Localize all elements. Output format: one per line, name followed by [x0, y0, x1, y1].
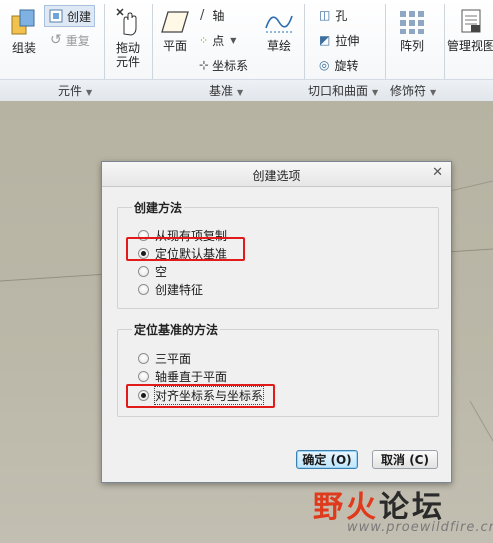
close-icon[interactable]: ✕	[432, 165, 443, 180]
ok-button[interactable]: 确定 (O)	[296, 450, 358, 469]
create-options-dialog: 创建选项 ✕ 创建方法 从现有项复制 定位默认基准 空 创建特征 定位基准的方法…	[101, 161, 452, 483]
highlight-box	[126, 384, 275, 408]
radio-button[interactable]	[138, 284, 149, 295]
plane-icon	[161, 11, 189, 33]
radio-three-planes[interactable]: 三平面	[138, 350, 191, 367]
watermark-url: www.proewildfire.cn	[347, 520, 493, 535]
create-icon	[49, 9, 63, 23]
group-label-component[interactable]: 元件 ▼	[58, 82, 92, 99]
manage-view-button[interactable]: 管理视图	[446, 8, 493, 53]
assemble-icon	[11, 9, 35, 35]
assemble-button[interactable]: 组装	[6, 6, 42, 55]
group-label-cut-surface[interactable]: 切口和曲面 ▼	[308, 82, 378, 99]
dialog-titlebar: 创建选项 ✕	[102, 162, 451, 187]
redo-button[interactable]: ↺ 重复	[50, 31, 90, 49]
redo-icon: ↺	[50, 32, 62, 48]
pattern-icon	[400, 11, 424, 34]
chevron-down-icon: ▼	[372, 88, 379, 97]
sketch-icon	[265, 15, 293, 33]
datum-method-legend: 定位基准的方法	[132, 321, 221, 338]
group-label-modifier[interactable]: 修饰符 ▼	[390, 82, 436, 99]
revolve-icon: ◎	[319, 58, 330, 72]
extrude-button[interactable]: ◩ 拉伸	[319, 31, 359, 49]
radio-button[interactable]	[138, 266, 149, 277]
manage-view-icon	[461, 9, 481, 33]
group-label-datum[interactable]: 基准 ▼	[209, 82, 243, 99]
axis-button[interactable]: / 轴	[200, 6, 224, 24]
radio-button[interactable]	[138, 371, 149, 382]
highlight-box	[126, 237, 245, 261]
revolve-button[interactable]: ◎ 旋转	[319, 56, 359, 74]
cancel-button[interactable]: 取消 (C)	[372, 450, 438, 469]
point-button[interactable]: ⁘ 点 ▼	[199, 31, 236, 49]
axis-icon: /	[200, 7, 205, 23]
chevron-down-icon: ▼	[237, 88, 244, 97]
chevron-down-icon: ▼	[430, 88, 437, 97]
drag-hand-icon	[116, 8, 137, 36]
radio-axis-normal-to-plane[interactable]: 轴垂直于平面	[138, 368, 227, 385]
coord-system-icon: ⊹	[199, 58, 210, 72]
chevron-down-icon: ▼	[230, 35, 237, 45]
plane-button[interactable]: 平面	[156, 8, 194, 53]
hole-button[interactable]: ◫ 孔	[319, 6, 347, 24]
radio-create-feature[interactable]: 创建特征	[138, 281, 203, 298]
pattern-button[interactable]: 阵列	[394, 8, 430, 53]
coord-system-button[interactable]: ⊹ 坐标系	[199, 56, 248, 74]
sketch-button[interactable]: 草绘	[262, 8, 296, 53]
dialog-title: 创建选项	[252, 169, 301, 183]
create-button[interactable]: 创建	[44, 5, 96, 27]
extrude-icon: ◩	[319, 33, 331, 47]
site-watermark: 野火论坛 www.proewildfire.cn	[305, 480, 493, 540]
creation-method-legend: 创建方法	[132, 199, 185, 216]
radio-empty[interactable]: 空	[138, 263, 167, 280]
point-icon: ⁘	[199, 33, 209, 47]
drag-component-button[interactable]: 拖动 元件	[108, 6, 148, 69]
chevron-down-icon: ▼	[86, 88, 93, 97]
ribbon-toolbar: 组装 创建 ↺ 重复 拖动 元件 平面 / 轴 ⁘ 点 ▼ ⊹ 坐标系 草绘 ◫…	[0, 0, 493, 102]
hole-icon: ◫	[319, 8, 331, 22]
radio-button[interactable]	[138, 353, 149, 364]
